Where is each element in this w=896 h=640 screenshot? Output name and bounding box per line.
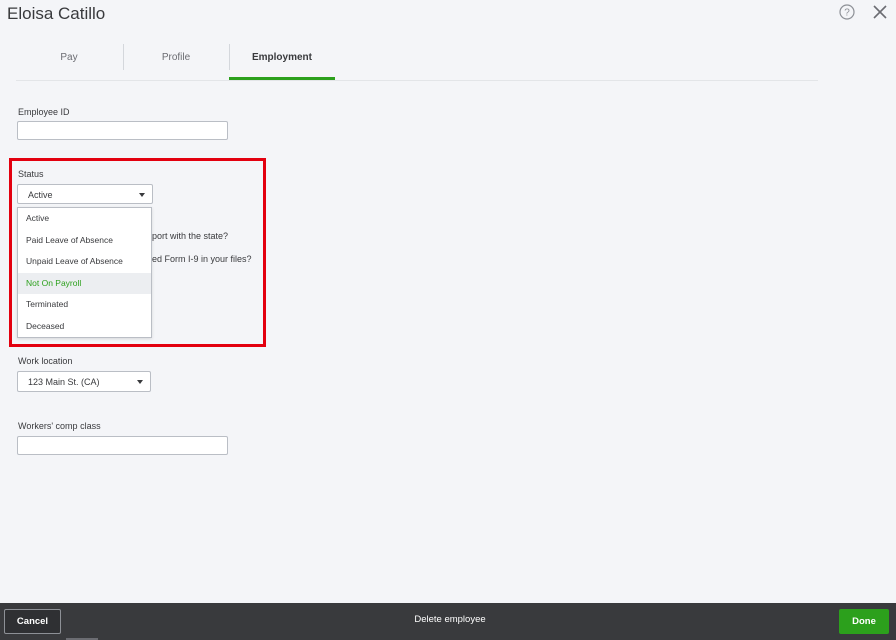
tab-bar: Pay Profile Employment	[16, 44, 818, 81]
close-icon[interactable]	[871, 3, 889, 21]
tab-profile[interactable]: Profile	[123, 44, 229, 80]
tab-employment[interactable]: Employment	[229, 44, 335, 80]
employee-id-input[interactable]	[17, 121, 228, 140]
chevron-down-icon	[137, 380, 143, 384]
help-circle-icon[interactable]: ?	[839, 4, 855, 20]
delete-employee-link[interactable]: Delete employee	[400, 614, 500, 625]
work-location-value: 123 Main St. (CA)	[28, 377, 100, 387]
page-title: Eloisa Catillo	[7, 4, 106, 23]
work-location-label: Work location	[18, 356, 73, 366]
footer-bar: Cancel Delete employee Done	[0, 603, 896, 640]
highlight-box	[9, 158, 266, 347]
workers-comp-label: Workers' comp class	[18, 421, 101, 431]
work-location-select[interactable]: 123 Main St. (CA)	[17, 371, 151, 392]
workers-comp-input[interactable]	[17, 436, 228, 455]
cancel-button[interactable]: Cancel	[4, 609, 61, 634]
tab-pay[interactable]: Pay	[16, 44, 122, 80]
employee-id-label: Employee ID	[18, 107, 70, 117]
svg-text:?: ?	[844, 8, 850, 19]
done-button[interactable]: Done	[839, 609, 889, 634]
